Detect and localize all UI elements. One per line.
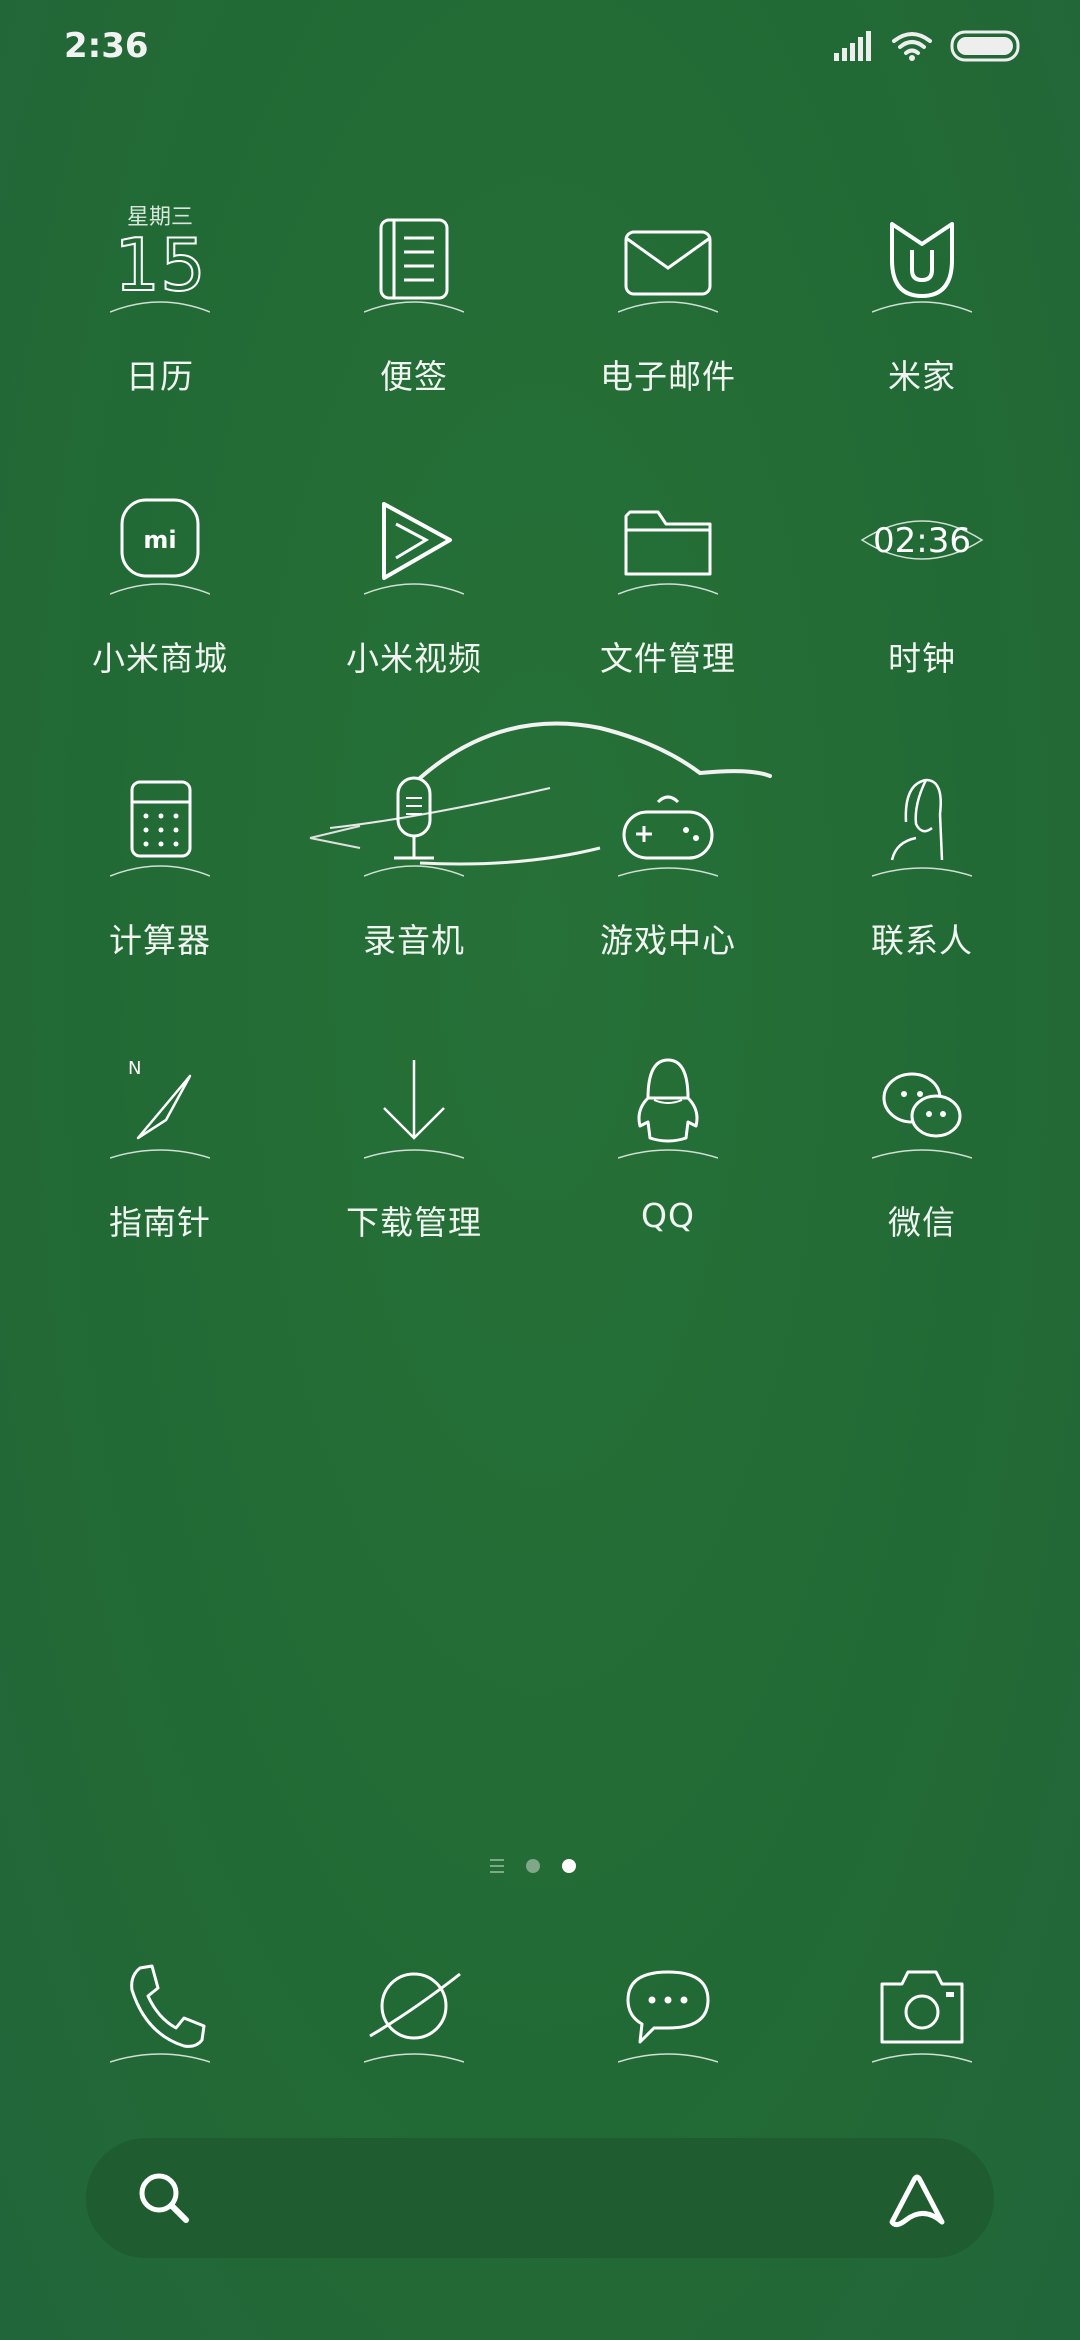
app-calculator[interactable]: 计算器 [33, 764, 287, 1044]
folder-icon [617, 482, 719, 602]
app-mijia[interactable]: 米家 [795, 200, 1049, 480]
mi-logo: mi [143, 526, 176, 554]
app-row-4: N 指南针 下载管理 QQ 微信 [0, 1046, 1080, 1326]
app-label: 电子邮件 [600, 357, 736, 396]
app-row-3: 计算器 录音机 游戏中心 联系人 [0, 764, 1080, 1044]
app-row-1: 星期三 15 日历 便签 电子邮件 米家 [0, 200, 1080, 480]
phone-icon [109, 1950, 211, 2070]
app-label: 文件管理 [600, 639, 736, 678]
app-wechat[interactable]: 微信 [795, 1046, 1049, 1326]
app-label: 指南针 [109, 1203, 211, 1242]
wifi-icon [892, 32, 932, 61]
app-mi-store[interactable]: mi 小米商城 [33, 482, 287, 762]
contacts-person-icon [871, 764, 973, 884]
app-mi-video[interactable]: 小米视频 [287, 482, 541, 762]
page-indicator-menu-icon[interactable] [490, 1859, 504, 1873]
app-label: QQ [641, 1196, 695, 1235]
dock-phone[interactable] [33, 1950, 287, 2090]
app-label: 小米视频 [346, 639, 482, 678]
app-game-center[interactable]: 游戏中心 [541, 764, 795, 1044]
app-contacts[interactable]: 联系人 [795, 764, 1049, 1044]
microphone-icon [363, 764, 465, 884]
app-notes[interactable]: 便签 [287, 200, 541, 480]
search-icon[interactable] [134, 2168, 194, 2228]
app-row-2: mi 小米商城 小米视频 文件管理 02:36 时钟 [0, 482, 1080, 762]
calendar-day: 15 [114, 223, 206, 307]
qq-penguin-icon [617, 1046, 719, 1166]
app-label: 计算器 [109, 921, 211, 960]
email-icon [617, 200, 719, 320]
dock [0, 1950, 1080, 2090]
battery-icon [950, 30, 1020, 62]
calculator-icon [109, 764, 211, 884]
download-arrow-icon [363, 1046, 465, 1166]
clock-time: 02:36 [873, 521, 971, 561]
dock-messages[interactable] [541, 1950, 795, 2090]
page-indicator-dot[interactable] [526, 1859, 540, 1873]
status-icons [834, 30, 1020, 62]
search-bar[interactable] [86, 2138, 994, 2258]
signal-icon [834, 31, 871, 61]
messages-icon [617, 1950, 719, 2070]
app-compass[interactable]: N 指南针 [33, 1046, 287, 1326]
calendar-icon: 星期三 15 [109, 200, 211, 320]
app-label: 米家 [888, 357, 956, 396]
page-indicator-dot-active[interactable] [562, 1859, 576, 1873]
status-bar: 2:36 [0, 0, 1080, 96]
app-label: 便签 [380, 357, 448, 396]
app-label: 联系人 [871, 921, 973, 960]
page-indicator [490, 1856, 590, 1876]
assistant-icon[interactable] [884, 2166, 950, 2232]
app-label: 微信 [888, 1203, 956, 1242]
app-label: 游戏中心 [600, 921, 736, 960]
gamepad-icon [617, 764, 719, 884]
app-download-manager[interactable]: 下载管理 [287, 1046, 541, 1326]
mijia-icon [871, 200, 973, 320]
app-email[interactable]: 电子邮件 [541, 200, 795, 480]
app-label: 小米商城 [92, 639, 228, 678]
notes-icon [363, 200, 465, 320]
clock-icon: 02:36 [852, 482, 992, 602]
video-play-icon [363, 482, 465, 602]
wechat-bubbles-icon [871, 1046, 973, 1166]
mi-store-icon: mi [109, 482, 211, 602]
compass-north: N [128, 1058, 141, 1079]
app-label: 时钟 [888, 639, 956, 678]
status-time: 2:36 [64, 26, 149, 66]
dock-camera[interactable] [795, 1950, 1049, 2090]
app-calendar[interactable]: 星期三 15 日历 [33, 200, 287, 480]
app-qq[interactable]: QQ [541, 1046, 795, 1326]
app-label: 日历 [126, 357, 194, 396]
app-recorder[interactable]: 录音机 [287, 764, 541, 1044]
camera-icon [871, 1950, 973, 2070]
app-clock[interactable]: 02:36 时钟 [795, 482, 1049, 762]
compass-icon: N [109, 1046, 211, 1166]
app-file-manager[interactable]: 文件管理 [541, 482, 795, 762]
app-label: 录音机 [363, 921, 465, 960]
browser-icon [363, 1950, 465, 2070]
app-label: 下载管理 [346, 1203, 482, 1242]
dock-browser[interactable] [287, 1950, 541, 2090]
